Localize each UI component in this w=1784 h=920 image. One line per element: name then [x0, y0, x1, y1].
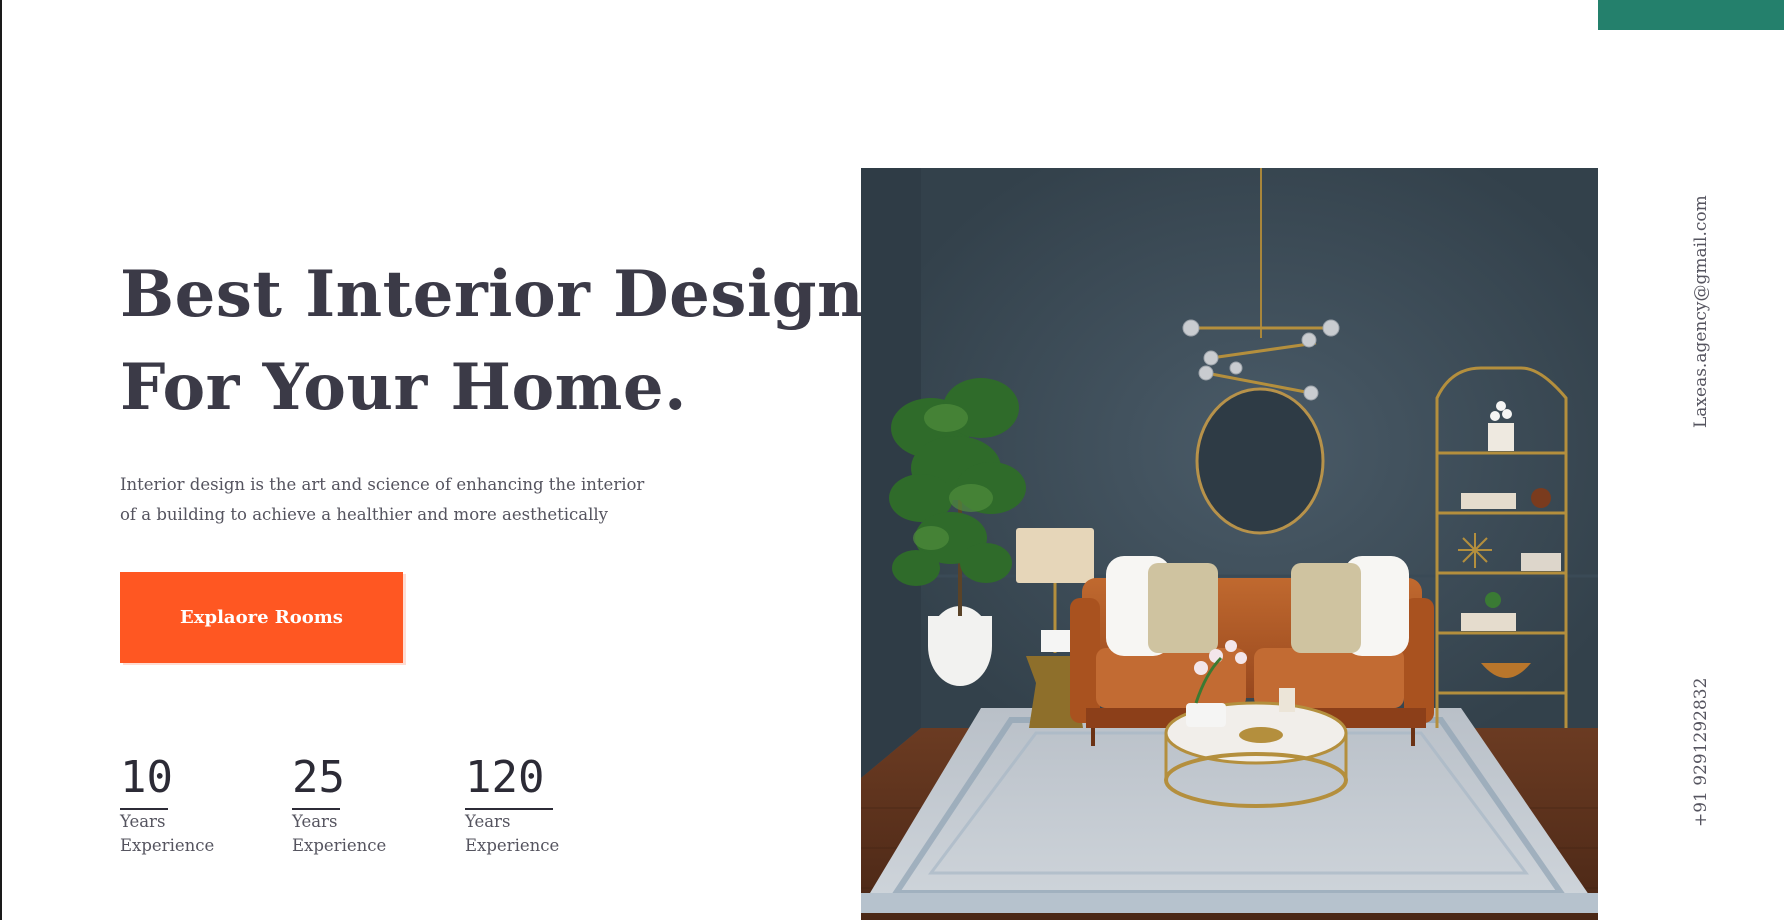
stat-value: 120	[465, 752, 545, 803]
stat-item: 25 Years Experience	[292, 750, 442, 858]
stat-label-line-1: Years	[465, 812, 511, 831]
hero-description-line-1: Interior design is the art and science o…	[120, 475, 645, 494]
contact-phone[interactable]: +91 9291292832	[1684, 672, 1718, 832]
explore-rooms-button[interactable]: Explaore Rooms	[120, 572, 403, 663]
stat-label-line-2: Experience	[292, 836, 387, 855]
living-room-image	[861, 168, 1598, 920]
stat-value: 25	[292, 752, 345, 803]
left-edge-rule	[0, 0, 2, 920]
stat-item: 10 Years Experience	[120, 750, 270, 858]
hero-description: Interior design is the art and science o…	[120, 470, 720, 530]
stat-label-line-1: Years	[120, 812, 166, 831]
hero-description-line-2: of a building to achieve a healthier and…	[120, 505, 608, 524]
stat-label-line-2: Experience	[120, 836, 215, 855]
hero-title-line-2: For Your Home.	[120, 350, 687, 425]
stat-label-line-2: Experience	[465, 836, 560, 855]
stat-label: Years Experience	[465, 810, 615, 858]
contact-email[interactable]: Laxeas.agency@gmail.com	[1684, 182, 1718, 442]
hero-title-line-1: Best Interior Design	[120, 257, 864, 332]
stat-value: 10	[120, 752, 173, 803]
stat-label-line-1: Years	[292, 812, 338, 831]
accent-bar	[1598, 0, 1784, 30]
hero-title: Best Interior Design For Your Home.	[120, 248, 864, 434]
stat-label: Years Experience	[120, 810, 270, 858]
stat-label: Years Experience	[292, 810, 442, 858]
living-room-illustration	[861, 168, 1598, 920]
stat-item: 120 Years Experience	[465, 750, 615, 858]
